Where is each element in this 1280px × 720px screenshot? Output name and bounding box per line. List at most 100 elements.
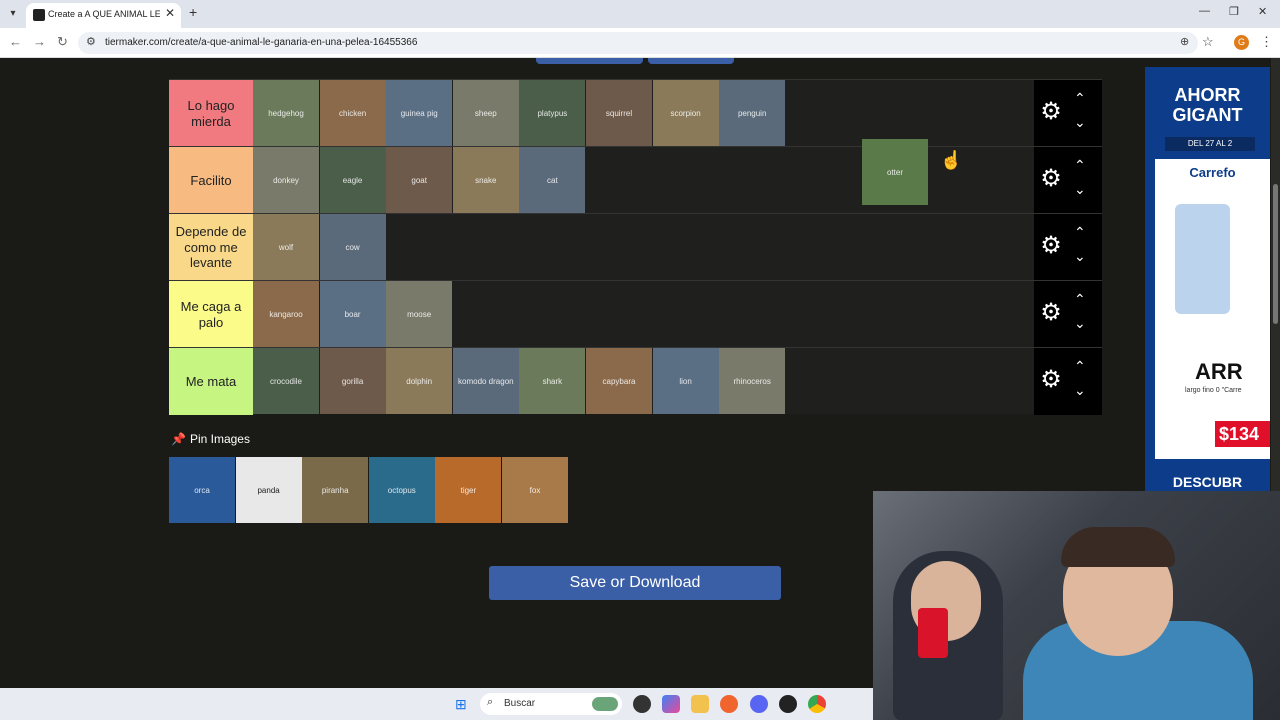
pin-image[interactable]: tiger	[435, 457, 502, 523]
chevron-down-icon[interactable]: ⌄	[1074, 114, 1086, 131]
browser-menu-icon[interactable]: ⋮	[1260, 34, 1273, 50]
bookmark-star-icon[interactable]: ☆	[1202, 34, 1214, 50]
windows-taskbar: ⊞ ⌕ Buscar	[0, 688, 873, 720]
tier-item-image[interactable]: cat	[519, 147, 586, 213]
forward-icon[interactable]: →	[33, 34, 46, 49]
top-action-button-1[interactable]	[536, 58, 643, 64]
tier-item-image[interactable]: scorpion	[652, 80, 719, 146]
tier-item-image[interactable]: platypus	[519, 80, 586, 146]
pin-image[interactable]: panda	[235, 457, 302, 523]
tier-item-image[interactable]: eagle	[319, 147, 386, 213]
url-field[interactable]: ⚙ tiermaker.com/create/a-que-animal-le-g…	[78, 32, 1198, 54]
scrollbar-thumb[interactable]	[1273, 184, 1278, 324]
chevron-up-icon[interactable]: ⌃	[1074, 90, 1086, 107]
taskbar-search-placeholder: Buscar	[504, 698, 536, 709]
tier-label[interactable]: Facilito	[169, 147, 253, 214]
taskbar-app-icon[interactable]	[633, 695, 651, 713]
tier-item-image[interactable]: lion	[652, 348, 719, 414]
tab-close-icon[interactable]: ✕	[165, 6, 175, 20]
reload-icon[interactable]: ↻	[57, 34, 68, 50]
zoom-icon[interactable]: ⊕	[1180, 35, 1189, 48]
pin-image[interactable]: orca	[169, 457, 235, 523]
tier-item-image[interactable]: shark	[519, 348, 586, 414]
copilot-icon[interactable]	[662, 695, 680, 713]
close-window-icon[interactable]: ✕	[1258, 5, 1267, 18]
tier-row: Me caga a palo kangaroo boar moose ⚙ ⌃ ⌄	[169, 280, 1102, 348]
browser-tab[interactable]: Create a A QUE ANIMAL LE GANARIA EN UNA …	[26, 3, 181, 28]
profile-avatar[interactable]: G	[1234, 35, 1249, 50]
tier-item-image[interactable]: snake	[452, 147, 519, 213]
pin-image[interactable]: fox	[502, 457, 568, 523]
tier-item-image[interactable]: wolf	[253, 214, 319, 280]
top-action-button-2[interactable]	[648, 58, 734, 64]
ad-price: $134	[1215, 421, 1270, 447]
tier-item-image[interactable]: dolphin	[386, 348, 453, 414]
chevron-down-icon[interactable]: ⌄	[1074, 382, 1086, 399]
tier-item-image[interactable]: guinea pig	[386, 80, 453, 146]
gear-icon[interactable]: ⚙	[1038, 300, 1064, 326]
chevron-down-icon[interactable]: ⌄	[1074, 248, 1086, 265]
obs-icon[interactable]	[779, 695, 797, 713]
tier-label[interactable]: Me caga a palo	[169, 281, 253, 348]
gear-icon[interactable]: ⚙	[1038, 233, 1064, 259]
tier-item-image[interactable]: squirrel	[586, 80, 652, 146]
discord-icon[interactable]	[750, 695, 768, 713]
soda-can	[918, 608, 948, 658]
webcam-overlay	[873, 491, 1280, 720]
tier-item-image[interactable]: donkey	[253, 147, 319, 213]
tier-item-image[interactable]: sheep	[452, 80, 519, 146]
address-toolbar: ← → ↻ ⚙ tiermaker.com/create/a-que-anima…	[0, 28, 1280, 58]
chevron-down-icon[interactable]: ⌄	[1074, 315, 1086, 332]
tier-item-image[interactable]: boar	[319, 281, 386, 347]
ad-footer: DESCUBR	[1172, 474, 1243, 490]
url-text: tiermaker.com/create/a-que-animal-le-gan…	[105, 37, 418, 48]
gear-icon[interactable]: ⚙	[1038, 99, 1064, 125]
tier-item-image[interactable]: crocodile	[253, 348, 319, 414]
gear-icon[interactable]: ⚙	[1038, 166, 1064, 192]
file-explorer-icon[interactable]	[691, 695, 709, 713]
tier-item-image[interactable]: gorilla	[319, 348, 386, 414]
ad-headline: AHORR GIGANT	[1172, 85, 1243, 125]
tier-row: Lo hago mierda hedgehog chicken guinea pig s…	[169, 79, 1102, 147]
tier-item-image[interactable]: moose	[386, 281, 453, 347]
back-icon[interactable]: ←	[9, 34, 22, 49]
firefox-icon[interactable]	[720, 695, 738, 713]
tier-item-image[interactable]: goat	[386, 147, 453, 213]
tier-item-image[interactable]: chicken	[319, 80, 386, 146]
tier-item-image[interactable]: komodo dragon	[452, 348, 519, 414]
tier-item-image[interactable]: penguin	[719, 80, 786, 146]
ad-product-desc: largo fino 0 "Carre	[1185, 387, 1242, 394]
tier-label[interactable]: Lo hago mierda	[169, 80, 253, 147]
tier-item-image[interactable]: capybara	[586, 348, 652, 414]
tier-item-image[interactable]: rhinoceros	[719, 348, 786, 414]
chevron-up-icon[interactable]: ⌃	[1074, 224, 1086, 241]
tier-row: Depende de como me levante wolf cow ⚙ ⌃ ⌄	[169, 213, 1102, 281]
tier-item-image[interactable]: cow	[319, 214, 386, 280]
chevron-down-icon[interactable]: ⌄	[1074, 181, 1086, 198]
tier-label[interactable]: Me mata	[169, 348, 253, 415]
tier-label[interactable]: Depende de como me levante	[169, 214, 253, 281]
chevron-up-icon[interactable]: ⌃	[1074, 291, 1086, 308]
chevron-up-icon[interactable]: ⌃	[1074, 358, 1086, 375]
tier-item-image[interactable]: kangaroo	[253, 281, 319, 347]
tab-title: Create a A QUE ANIMAL LE GANARIA EN UNA …	[48, 9, 160, 19]
ad-date: DEL 27 AL 2	[1165, 137, 1255, 151]
pin-images-title: Pin Images	[189, 432, 250, 446]
chevron-up-icon[interactable]: ⌃	[1074, 157, 1086, 174]
pin-image[interactable]: piranha	[302, 457, 369, 523]
restore-icon[interactable]: ❐	[1229, 5, 1239, 18]
windows-start-icon[interactable]: ⊞	[455, 697, 470, 712]
chrome-icon[interactable]	[808, 695, 826, 713]
dragging-tier-item[interactable]: otter	[862, 139, 928, 205]
webcam-hair-right	[1061, 527, 1175, 567]
tier-item-image[interactable]: hedgehog	[253, 80, 319, 146]
taskbar-search[interactable]: ⌕ Buscar	[480, 693, 622, 715]
pin-image[interactable]: octopus	[368, 457, 435, 523]
minimize-icon[interactable]: —	[1199, 5, 1210, 17]
site-info-icon[interactable]: ⚙	[86, 35, 96, 48]
new-tab-icon[interactable]: +	[189, 4, 197, 20]
advertisement-banner[interactable]: AHORR GIGANT DEL 27 AL 2 Carrefo ARR lar…	[1145, 67, 1270, 492]
gear-icon[interactable]: ⚙	[1038, 367, 1064, 393]
tab-search-icon[interactable]: ▾	[4, 5, 22, 23]
save-or-download-button[interactable]: Save or Download	[489, 566, 781, 600]
